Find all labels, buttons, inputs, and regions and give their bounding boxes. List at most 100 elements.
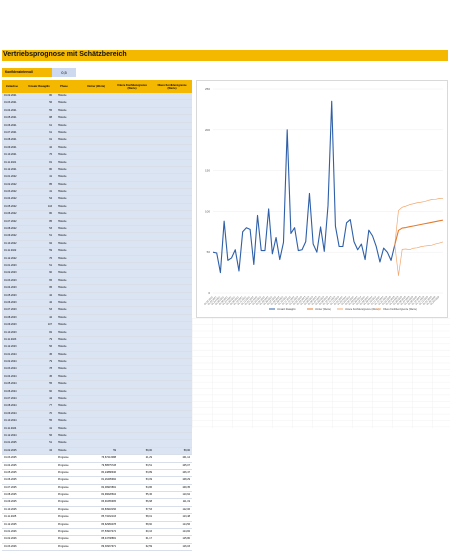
cell-lower[interactable]: 56,68 [116,499,152,505]
table-row[interactable]: 01.04.2021 55 Historie [2,107,192,116]
cell-date[interactable]: 01.08.2023 [4,315,26,321]
table-row[interactable]: 01.10.2024 55 Historie [2,418,192,426]
cell-phase[interactable]: Historie [58,219,78,225]
cell-sales[interactable]: 85 [30,219,52,225]
table-row[interactable]: 01.11.2021 81 Historie [2,159,192,167]
table-row[interactable]: 01.06.2025 Prognose 81,26495992 53,09 108,29 [2,477,192,485]
cell-forecast[interactable]: 86,62969078 [82,522,116,528]
table-row[interactable]: 01.07.2024 44 Historie [2,396,192,404]
cell-phase[interactable]: Prognose [58,544,78,550]
cell-sales[interactable]: 79 [30,337,52,343]
cell-phase[interactable]: Historie [58,426,78,432]
cell-date[interactable]: 01.12.2022 [4,256,26,262]
table-row[interactable]: 01.03.2025 Prognose 76,67213088 21,29 101,12 [2,455,192,463]
cell-date[interactable]: 01.06.2024 [4,389,26,395]
cell-phase[interactable]: Historie [58,145,78,151]
cell-sales[interactable]: 56 [30,100,52,106]
cell-phase[interactable]: Prognose [58,455,78,461]
table-row[interactable]: 01.03.2024 78 Historie [2,366,192,374]
cell-phase[interactable]: Historie [58,381,78,387]
cell-phase[interactable]: Historie [58,366,78,372]
table-row[interactable]: 01.02.2026 Prognose 88,44738881 61,17 115,80 [2,536,192,544]
cell-sales[interactable]: 45 [30,352,52,358]
table-row[interactable]: 01.07.2025 Prognose 82,09915891 54,86 109,35 [2,484,192,493]
cell-date[interactable]: 01.08.2022 [4,226,26,232]
cell-sales[interactable]: 92 [30,241,52,247]
cell-phase[interactable]: Prognose [58,507,78,513]
table-row[interactable]: 01.12.2022 76 Historie [2,255,192,263]
cell-date[interactable]: 01.07.2024 [4,396,26,402]
cell-sales[interactable]: 53 [30,307,52,313]
cell-phase[interactable]: Historie [58,241,78,247]
cell-phase[interactable]: Prognose [58,463,78,469]
cell-lower[interactable]: 53,89 [116,470,152,476]
table-row[interactable]: 01.04.2022 54 Historie [2,196,192,204]
cell-phase[interactable]: Historie [58,189,78,195]
cell-date[interactable]: 01.03.2022 [4,189,26,195]
table-row[interactable]: 01.01.2026 Prognose 87,53907472 60,16 114,82 [2,529,192,537]
cell-date[interactable]: 01.03.2026 [4,544,26,550]
cell-upper[interactable]: 110,62 [154,492,190,498]
cell-phase[interactable]: Historie [58,100,78,106]
table-row[interactable]: 01.12.2024 56 Historie [2,432,192,441]
cell-date[interactable]: 01.02.2022 [4,182,26,188]
cell-phase[interactable]: Historie [58,233,78,239]
cell-forecast[interactable]: 87,53907472 [82,529,116,535]
table-row[interactable]: 01.05.2021 88 Historie [2,115,192,123]
cell-sales[interactable]: 41 [30,174,52,180]
cell-lower[interactable]: 53,09 [116,477,152,483]
cell-phase[interactable]: Prognose [58,477,78,483]
cell-phase[interactable]: Historie [58,293,78,299]
table-row[interactable]: 01.01.2025 51 Historie [2,440,192,448]
table-row[interactable]: 01.03.2021 56 Historie [2,100,192,108]
table-row[interactable]: 01.05.2023 42 Historie [2,292,192,300]
cell-date[interactable]: 01.01.2022 [4,174,26,180]
cell-date[interactable]: 01.10.2022 [4,241,26,247]
cell-sales[interactable]: 79 [30,359,52,365]
table-row[interactable]: 01.05.2025 Prognose 80,24888946 53,89 106,47 [2,469,192,478]
cell-sales[interactable]: 34 [30,448,52,454]
cell-date[interactable]: 01.01.2023 [4,263,26,269]
cell-lower[interactable]: 55,36 [116,492,152,498]
table-row[interactable]: 01.04.2025 Prognose 79,58575728 53,51 105,07 [2,462,192,470]
cell-phase[interactable]: Prognose [58,522,78,528]
cell-date[interactable]: 01.02.2024 [4,359,26,365]
table-row[interactable]: 01.12.2023 56 Historie [2,344,192,352]
cell-date[interactable]: 01.04.2024 [4,374,26,380]
cell-date[interactable]: 01.09.2023 [4,322,26,328]
table-row[interactable]: 01.04.2024 45 Historie [2,373,192,382]
cell-date[interactable]: 01.04.2021 [4,108,26,114]
table-row[interactable]: 01.10.2025 Prognose 84,83918156 57,53 112,06 [2,506,192,515]
cell-date[interactable]: 01.11.2021 [4,160,26,166]
confidence-interval-input[interactable]: 0,5 [52,68,76,77]
cell-sales[interactable]: 56 [30,433,52,439]
cell-sales[interactable]: 81 [30,160,52,166]
cell-forecast[interactable]: 81,26495992 [82,477,116,483]
cell-phase[interactable]: Prognose [58,529,78,535]
table-row[interactable]: 01.03.2022 41 Historie [2,189,192,197]
cell-lower[interactable]: 62,59 [116,544,152,550]
cell-date[interactable]: 01.09.2021 [4,145,26,151]
cell-sales[interactable]: 95 [30,285,52,291]
cell-phase[interactable]: Historie [58,396,78,402]
cell-phase[interactable]: Historie [58,152,78,158]
cell-phase[interactable]: Historie [58,440,78,446]
cell-phase[interactable]: Historie [58,315,78,321]
cell-phase[interactable]: Historie [58,418,78,424]
cell-upper[interactable]: 106,47 [154,470,190,476]
table-row[interactable]: 01.08.2024 77 Historie [2,403,192,411]
cell-date[interactable]: 01.10.2023 [4,330,26,336]
cell-sales[interactable]: 51 [30,263,52,269]
cell-date[interactable]: 01.03.2023 [4,278,26,284]
cell-upper[interactable]: 105,07 [154,463,190,469]
cell-sales[interactable]: 61 [30,130,52,136]
cell-sales[interactable]: 76 [30,256,52,262]
cell-date[interactable]: 01.09.2025 [4,499,26,505]
table-row[interactable]: 01.02.2021 80 Historie [2,93,192,101]
cell-phase[interactable]: Historie [58,300,78,306]
table-row[interactable]: 01.07.2021 61 Historie [2,129,192,138]
cell-date[interactable]: 01.12.2021 [4,167,26,173]
cell-sales[interactable]: 55 [30,418,52,424]
table-row[interactable]: 01.06.2023 42 Historie [2,299,192,308]
cell-sales[interactable]: 45 [30,374,52,380]
